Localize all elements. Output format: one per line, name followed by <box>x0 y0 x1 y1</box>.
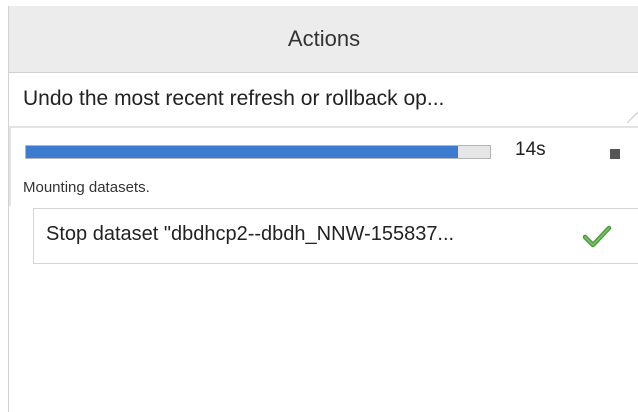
progress-elapsed-time: 14s <box>515 139 546 160</box>
resize-grip-icon[interactable] <box>625 110 638 124</box>
action-summary-text: Undo the most recent refresh or rollback… <box>23 87 445 110</box>
progress-bar-fill <box>26 146 458 158</box>
action-list-item[interactable]: Stop dataset "dbdhcp2--dbdh_NNW-155837..… <box>33 208 638 264</box>
checkmark-icon <box>582 225 612 248</box>
stop-button[interactable] <box>606 145 624 163</box>
stop-icon <box>610 149 620 159</box>
panel-title: Actions <box>287 26 361 51</box>
actions-panel: Actions Undo the most recent refresh or … <box>8 6 638 412</box>
progress-bar <box>25 145 491 159</box>
progress-status-text: Mounting datasets. <box>23 179 150 196</box>
progress-section: 14s Mounting datasets. <box>9 126 638 206</box>
action-item-label: Stop dataset "dbdhcp2--dbdh_NNW-155837..… <box>46 223 455 245</box>
panel-header: Actions <box>9 6 638 73</box>
action-summary[interactable]: Undo the most recent refresh or rollback… <box>9 73 638 126</box>
